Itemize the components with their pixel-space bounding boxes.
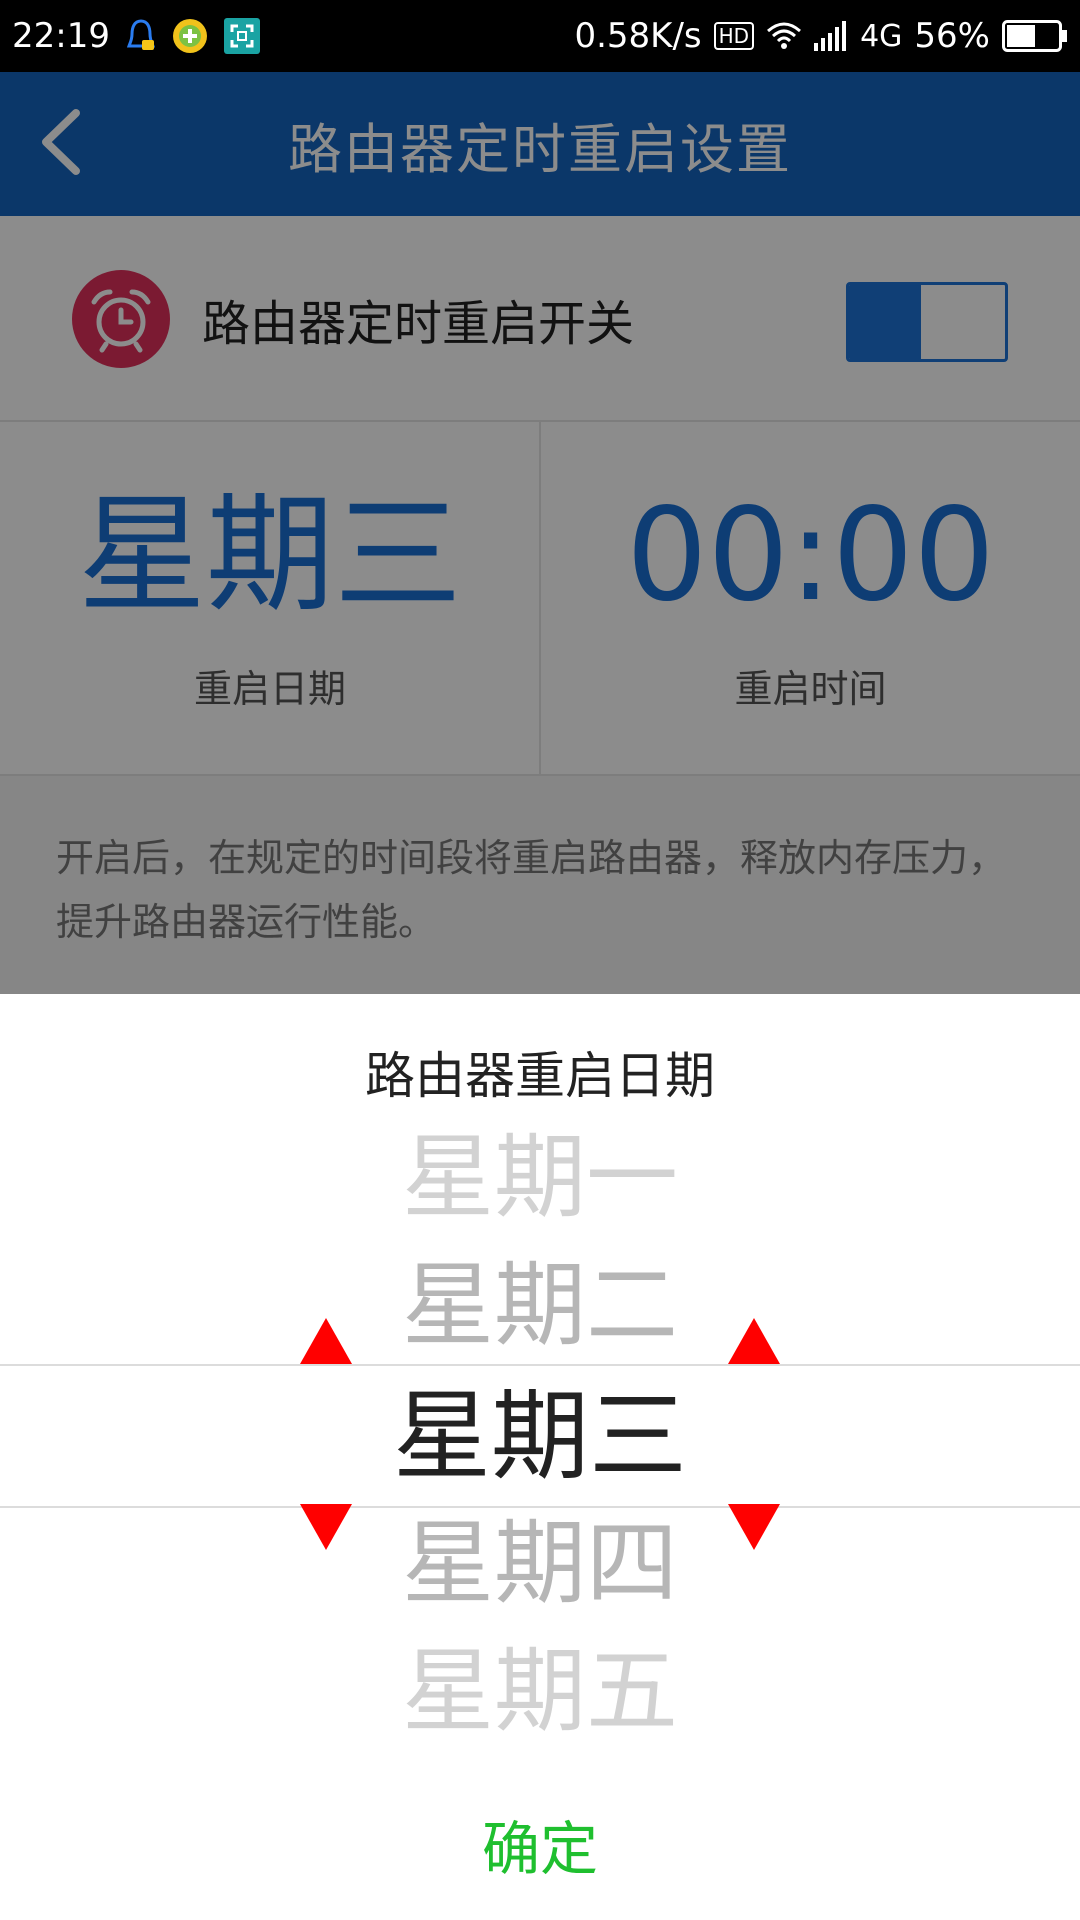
selection-line-top: [0, 1364, 1080, 1366]
hd-badge-label: HD: [718, 24, 750, 48]
hd-icon: HD: [713, 22, 755, 50]
arrow-down-icon: [728, 1504, 780, 1550]
add-icon: [172, 18, 208, 54]
network-type: 4G: [860, 18, 903, 54]
arrow-up-icon: [728, 1318, 780, 1364]
scan-icon: [223, 18, 260, 54]
arrow-down-icon: [300, 1504, 352, 1550]
picker-title: 路由器重启日期: [365, 1047, 715, 1105]
wifi-icon: [766, 21, 802, 51]
date-picker-sheet: 路由器重启日期 星期一 星期二 星期三 星期四 星期五 确定: [0, 994, 1080, 1920]
picker-option-selected[interactable]: 星期三: [0, 1388, 1080, 1486]
battery-percent: 56%: [914, 16, 990, 56]
net-speed: 0.58K/s: [574, 16, 702, 56]
arrow-up-icon: [300, 1318, 352, 1364]
selection-line-bottom: [0, 1506, 1080, 1508]
modal-dim-overlay[interactable]: [0, 72, 1080, 994]
signal-icon: [814, 21, 848, 51]
status-bar: 22:19 0.58K/s HD 4G 56%: [0, 0, 1080, 72]
picker-option[interactable]: 星期一: [0, 1132, 1080, 1224]
qq-notify-icon: [126, 18, 156, 54]
status-time: 22:19: [12, 16, 110, 56]
screen: 22:19 0.58K/s HD 4G 56% 路由器定时重启设置 路由器定时重…: [0, 0, 1080, 1920]
confirm-button[interactable]: 确定: [390, 1794, 690, 1894]
picker-option[interactable]: 星期五: [0, 1646, 1080, 1738]
picker-option[interactable]: 星期二: [0, 1260, 1080, 1352]
battery-icon: [1002, 20, 1068, 52]
picker-option[interactable]: 星期四: [0, 1518, 1080, 1610]
